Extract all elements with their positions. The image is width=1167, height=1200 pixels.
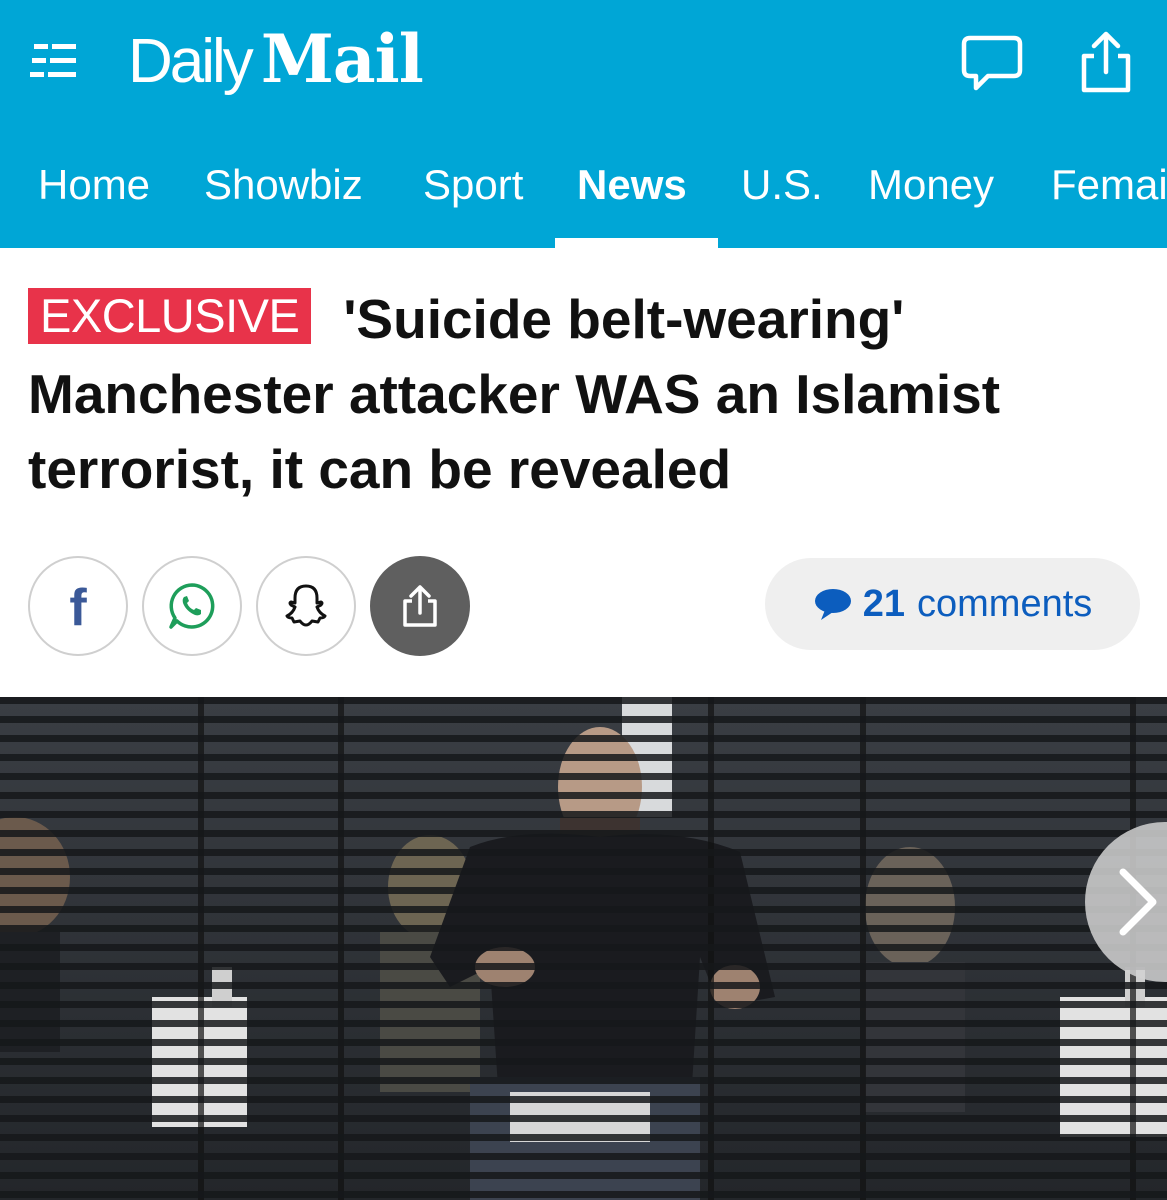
facebook-share-button[interactable]: f [28, 556, 128, 656]
comments-button[interactable]: 21 comments [765, 558, 1140, 650]
exclusive-badge: EXCLUSIVE [28, 288, 312, 344]
comments-label: comments [917, 582, 1093, 625]
share-icon[interactable] [1074, 30, 1138, 94]
nav-item-news[interactable]: News [577, 125, 687, 248]
snapchat-icon [285, 584, 327, 627]
active-tab-indicator [555, 238, 718, 248]
logo-mail: Mail [260, 20, 424, 98]
article-page: Daily Mail Home Showbiz Sport News U.S. … [0, 0, 1167, 1200]
hamburger-menu-icon[interactable] [28, 36, 80, 88]
comment-bubble-icon [814, 589, 851, 620]
comments-count: 21 [862, 582, 905, 625]
logo-daily: Daily [128, 27, 254, 96]
nav-item-sport[interactable]: Sport [423, 125, 523, 248]
snapchat-share-button[interactable] [256, 556, 356, 656]
top-bar: Daily Mail [0, 0, 1167, 125]
article-photo[interactable] [0, 697, 1167, 1200]
article-headline: EXCLUSIVE 'Suicide belt-wearing' Manchest… [28, 282, 1148, 507]
share-icon [403, 585, 437, 627]
nav-item-home[interactable]: Home [38, 125, 150, 248]
whatsapp-icon [169, 583, 215, 629]
speech-bubble-icon[interactable] [960, 30, 1024, 94]
nav-item-femail[interactable]: Femai [1051, 125, 1167, 248]
nav-item-money[interactable]: Money [868, 125, 994, 248]
more-share-button[interactable] [370, 556, 470, 656]
photo-image [0, 697, 1167, 1200]
section-nav: Home Showbiz Sport News U.S. Money Femai [0, 125, 1167, 248]
daily-mail-logo[interactable]: Daily Mail [128, 20, 424, 100]
whatsapp-share-button[interactable] [142, 556, 242, 656]
next-arrow-icon [1119, 868, 1157, 936]
site-header: Daily Mail Home Showbiz Sport News U.S. … [0, 0, 1167, 248]
nav-item-us[interactable]: U.S. [741, 125, 823, 248]
facebook-icon: f [69, 579, 87, 637]
nav-item-showbiz[interactable]: Showbiz [204, 125, 363, 248]
